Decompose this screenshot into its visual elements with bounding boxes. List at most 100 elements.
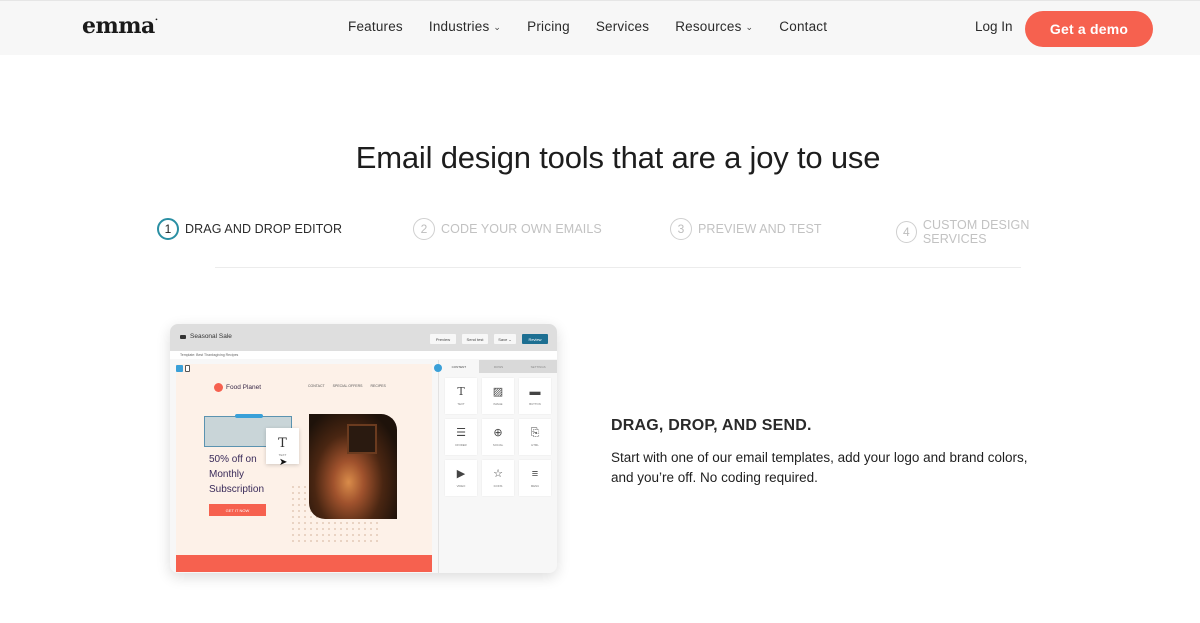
tab-label: PREVIEW AND TEST — [698, 222, 822, 236]
block-label: BUTTON — [529, 402, 541, 406]
block-divider: ☰ DIVIDER — [445, 419, 477, 455]
nav-label: Features — [348, 19, 403, 34]
nav-industries[interactable]: Industries ⌄ — [429, 19, 501, 34]
template-label: Template: Best Thanksgiving Recipes — [170, 351, 557, 359]
feature-tabs: 1 DRAG AND DROP EDITOR 2 CODE YOUR OWN E… — [157, 218, 1087, 246]
nav-services[interactable]: Services — [596, 19, 649, 34]
email-nav-item: RECIPES — [370, 384, 386, 388]
get-demo-button[interactable]: Get a demo — [1025, 11, 1153, 47]
tab-drag-and-drop[interactable]: 1 DRAG AND DROP EDITOR — [157, 218, 342, 240]
block-label: HTML — [531, 443, 539, 447]
step-badge-icon — [434, 364, 442, 372]
brand-name: Food Planet — [226, 384, 262, 391]
tab-label: CODE YOUR OWN EMAILS — [441, 222, 602, 236]
drop-zone-tag — [235, 414, 263, 418]
mock-preview-button: Preview — [430, 334, 456, 344]
block-text: T TEXT — [445, 378, 477, 414]
turkey-sign — [347, 424, 377, 454]
block-label: IMAGE — [493, 402, 503, 406]
block-button: ▬ BUTTON — [519, 378, 551, 414]
nav-pricing[interactable]: Pricing — [527, 19, 570, 34]
tab-design-services[interactable]: 4 CUSTOM DESIGN SERVICES — [896, 218, 1087, 246]
feature-description: Start with one of our email templates, a… — [611, 450, 1028, 485]
offer-line: 50% off on — [209, 454, 257, 465]
panel-tab-rows: ROWS — [478, 360, 519, 373]
mock-review-button: Review — [522, 334, 548, 344]
tab-label: DRAG AND DROP EDITOR — [185, 222, 343, 236]
step-number: 4 — [896, 221, 917, 243]
get-it-now-button: GET IT NOW — [209, 504, 266, 516]
login-link[interactable]: Log In — [975, 19, 1013, 34]
video-icon: ▶ — [456, 468, 466, 480]
food-planet-logo: Food Planet — [214, 383, 261, 392]
panel-tab-settings: SETTINGS — [518, 360, 557, 373]
brand-mark-icon — [214, 383, 223, 392]
tab-divider — [215, 267, 1021, 268]
nav-features[interactable]: Features — [348, 19, 403, 34]
site-header: emma• Features Industries ⌄ Pricing Servi… — [0, 0, 1200, 55]
block-label: MENU — [530, 484, 540, 488]
nav-label: Resources — [675, 19, 742, 34]
cursor-icon: ➤ — [279, 457, 288, 468]
feature-heading: DRAG, DROP, AND SEND. — [611, 417, 812, 434]
block-menu: ≡ MENU — [519, 460, 551, 496]
menu-icon: ≡ — [531, 468, 539, 480]
editor-screenshot: Seasonal Sale Preview Send test Save ⌄ R… — [170, 324, 557, 573]
email-nav-item: CONTACT — [308, 384, 325, 388]
editor-toolbar: Seasonal Sale Preview Send test Save ⌄ R… — [170, 324, 557, 351]
block-image: ▨ IMAGE — [482, 378, 514, 414]
campaign-title: Seasonal Sale — [180, 333, 232, 340]
mock-save-button: Save ⌄ — [494, 334, 516, 344]
logo-mark: • — [154, 17, 158, 23]
block-social: ⊕ SOCIAL — [482, 419, 514, 455]
block-label: TEXT — [457, 402, 465, 406]
block-video: ▶ VIDEO — [445, 460, 477, 496]
block-label: SOCIAL — [492, 443, 504, 447]
mock-send-test-button: Send test — [462, 334, 488, 344]
emma-logo[interactable]: emma• — [82, 13, 158, 39]
panel-tabs: CONTENT ROWS SETTINGS — [439, 360, 557, 373]
nav-contact[interactable]: Contact — [779, 19, 827, 34]
step-number: 1 — [157, 218, 179, 240]
offer-line: Monthly — [209, 469, 245, 480]
button-icon: ▬ — [529, 386, 541, 398]
divider-icon: ☰ — [456, 427, 466, 439]
tab-preview-test[interactable]: 3 PREVIEW AND TEST — [670, 218, 822, 240]
star-icon: ☆ — [493, 468, 503, 480]
image-icon: ▨ — [492, 386, 504, 398]
step-number: 2 — [413, 218, 435, 240]
campaign-icon — [180, 334, 186, 339]
panel-tab-content: CONTENT — [439, 360, 479, 373]
offer-text: 50% off on Monthly Subscription — [209, 452, 264, 497]
block-label: ICONS — [493, 484, 503, 488]
nav-label: Industries — [428, 19, 490, 34]
content-blocks: T TEXT ▨ IMAGE ▬ BUTTON ☰ DIVIDER ⊕ SOCIAL ⎘ H… — [445, 378, 551, 496]
step-number: 3 — [670, 218, 692, 240]
offer-line: Subscription — [209, 484, 265, 495]
block-label: DIVIDER — [455, 443, 467, 447]
page-title: Email design tools that are a joy to use — [355, 140, 881, 175]
chevron-down-icon: ⌄ — [745, 22, 754, 32]
email-nav: CONTACT SPECIAL OFFERS RECIPES — [308, 384, 386, 388]
logo-text: emma — [82, 13, 155, 39]
content-panel: CONTENT ROWS SETTINGS T TEXT ▨ IMAGE ▬ BUTT… — [438, 360, 557, 573]
nav-label: Services — [595, 19, 650, 34]
nav-resources[interactable]: Resources ⌄ — [675, 19, 753, 34]
social-icon: ⊕ — [493, 427, 503, 439]
nav-label: Pricing — [527, 19, 570, 34]
device-toggle — [176, 365, 190, 372]
mobile-icon — [185, 365, 190, 372]
email-footer-bar — [176, 555, 432, 572]
block-html: ⎘ HTML — [519, 419, 551, 455]
tab-code-emails[interactable]: 2 CODE YOUR OWN EMAILS — [413, 218, 602, 240]
nav-label: Contact — [779, 19, 828, 34]
html-icon: ⎘ — [530, 427, 540, 439]
text-icon: T — [457, 385, 465, 398]
block-label: TEXT — [278, 452, 287, 457]
desktop-icon — [176, 365, 183, 372]
turkey-photo — [309, 414, 397, 519]
chevron-down-icon: ⌄ — [493, 22, 502, 32]
tab-label: CUSTOM DESIGN SERVICES — [922, 218, 1030, 246]
email-nav-item: SPECIAL OFFERS — [332, 384, 363, 388]
block-label: VIDEO — [456, 484, 466, 488]
